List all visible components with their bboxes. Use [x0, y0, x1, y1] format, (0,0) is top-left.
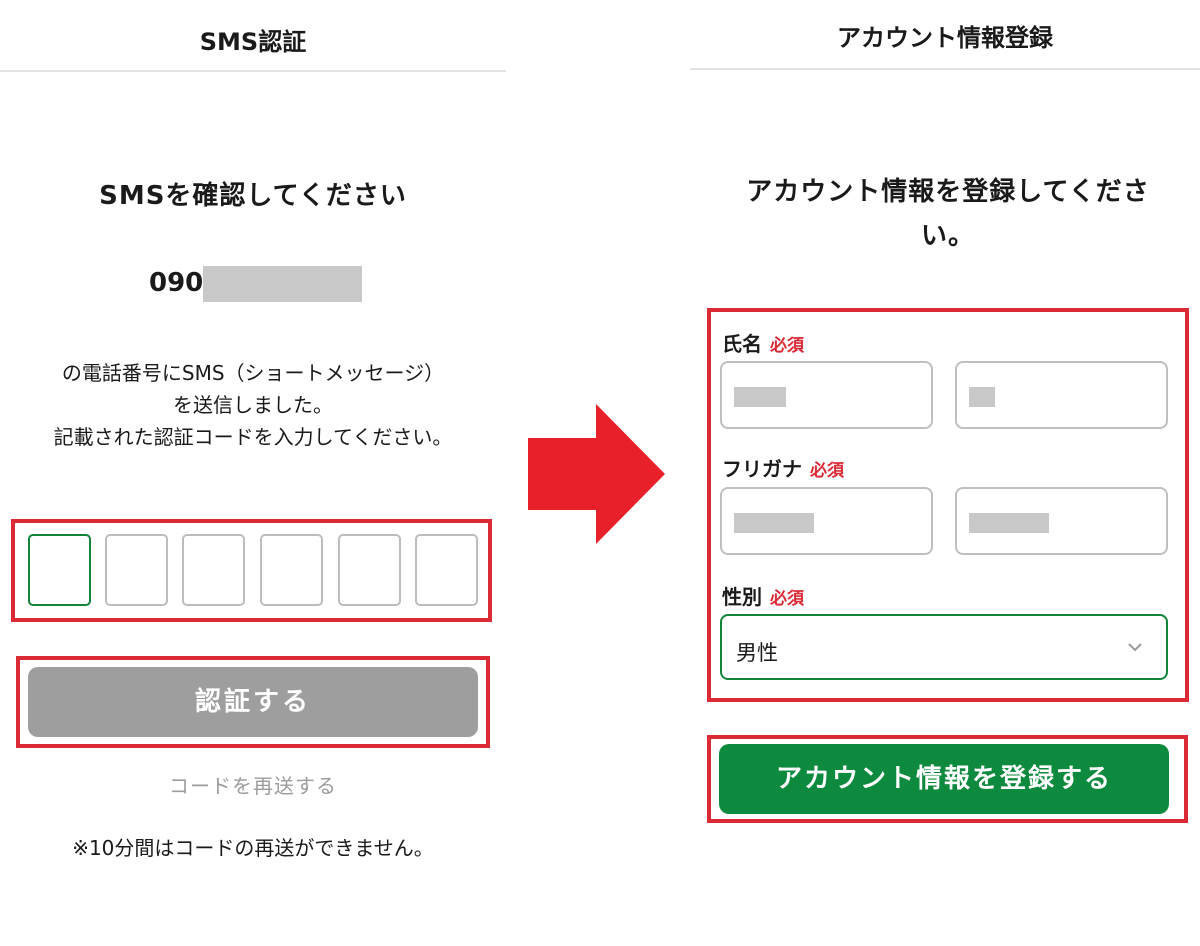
account-register-header: アカウント情報登録 — [690, 0, 1200, 70]
sms-auth-header: SMS認証 — [0, 0, 506, 72]
code-digit-box-2[interactable] — [105, 534, 168, 606]
code-digit-box-5[interactable] — [338, 534, 401, 606]
name-label: 氏名 必須 — [722, 328, 804, 357]
right-arrow-icon — [528, 404, 665, 544]
furigana-label: フリガナ 必須 — [722, 453, 844, 482]
input-value-mask — [734, 513, 814, 533]
phone-number-mask — [203, 266, 362, 302]
code-digit-box-3[interactable] — [182, 534, 245, 606]
code-digit-box-6[interactable] — [415, 534, 478, 606]
first-name-input[interactable] — [955, 361, 1168, 429]
account-register-title: アカウント情報登録 — [837, 24, 1053, 52]
sms-description: の電話番号にSMS（ショートメッセージ） を送信しました。 記載された認証コード… — [0, 357, 506, 453]
sms-auth-title: SMS認証 — [199, 28, 307, 56]
last-name-input[interactable] — [720, 361, 933, 429]
gender-label-text: 性別 — [722, 585, 762, 609]
input-value-mask — [969, 387, 995, 407]
resend-code-link[interactable]: コードを再送する — [0, 770, 506, 799]
first-name-kana-input[interactable] — [955, 487, 1168, 555]
chevron-down-icon — [1128, 643, 1142, 652]
input-value-mask — [969, 513, 1049, 533]
name-label-text: 氏名 — [722, 332, 762, 356]
required-badge: 必須 — [770, 589, 804, 609]
gender-select-value: 男性 — [736, 641, 778, 665]
verification-code-input — [28, 534, 478, 606]
gender-select[interactable]: 男性 — [720, 614, 1168, 680]
code-digit-box-1[interactable] — [28, 534, 91, 606]
register-account-button[interactable]: アカウント情報を登録する — [719, 744, 1169, 814]
last-name-kana-input[interactable] — [720, 487, 933, 555]
gender-label: 性別 必須 — [722, 581, 804, 610]
resend-note: ※10分間はコードの再送ができません。 — [72, 836, 434, 860]
sms-description-line: の電話番号にSMS（ショートメッセージ） — [61, 361, 445, 385]
verify-button[interactable]: 認証する — [28, 667, 478, 737]
sms-description-line: を送信しました。 — [173, 393, 333, 417]
furigana-label-text: フリガナ — [722, 457, 802, 481]
account-register-heading: アカウント情報を登録してください。 — [746, 177, 1150, 251]
sms-check-heading: SMSを確認してください — [99, 181, 407, 211]
code-digit-box-4[interactable] — [260, 534, 323, 606]
required-badge: 必須 — [810, 461, 844, 481]
input-value-mask — [734, 387, 786, 407]
required-badge: 必須 — [770, 336, 804, 356]
sms-description-line: 記載された認証コードを入力してください。 — [53, 425, 453, 449]
